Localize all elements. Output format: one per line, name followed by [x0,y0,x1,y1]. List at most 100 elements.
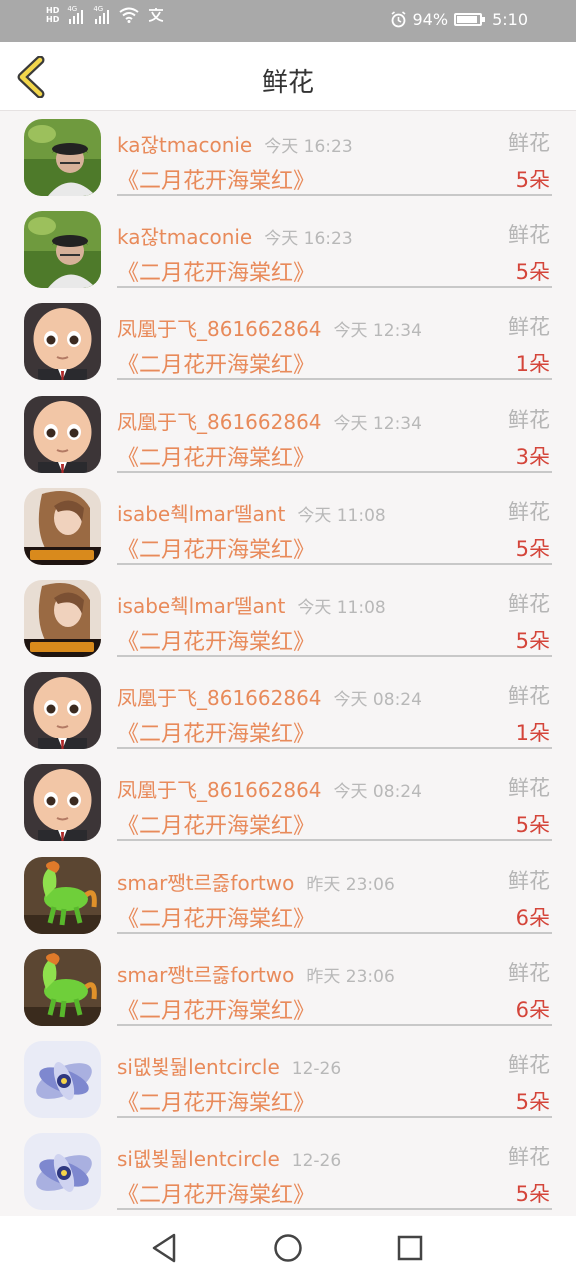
row-divider [117,286,552,289]
sender-nickname: isabe췍lmar뗄ant [117,593,286,618]
avatar[interactable] [24,948,101,1026]
row-divider [117,470,552,473]
gift-type: 鲜花 [508,315,550,340]
avatar[interactable] [24,119,101,196]
sender-name: smar쨍t르즗fortwo 昨天 23:06 [117,867,395,896]
list-item[interactable]: isabe췍lmar뗄ant 今天 11:08 鲜花 《二月花开海棠红》 5朵 [0,480,576,572]
gift-count: 6朵 [515,997,550,1022]
avatar[interactable] [24,487,101,565]
avatar[interactable] [24,856,101,934]
gift-name: 《二月花开海棠红》 [117,722,316,748]
gift-type: 鲜花 [508,960,550,985]
avatar[interactable] [24,1133,101,1211]
gift-name: 《二月花开海棠红》 [117,629,316,655]
list-item[interactable]: 凤凰于飞_861662864 今天 08:24 鲜花 《二月花开海棠红》 1朵 [0,664,576,756]
row-divider [117,1023,552,1026]
gift-count: 5朵 [515,1182,550,1207]
avatar[interactable] [24,395,101,473]
network-type-1: 4G [67,5,78,13]
status-right: 94% 5:10 [390,10,528,29]
list-item[interactable]: smar쨍t르즗fortwo 昨天 23:06 鲜花 《二月花开海棠红》 6朵 [0,849,576,941]
list-item[interactable]: isabe췍lmar뗄ant 今天 11:08 鲜花 《二月花开海棠红》 5朵 [0,572,576,664]
sender-nickname: isabe췍lmar뗄ant [117,501,286,526]
list-item[interactable]: 凤凰于飞_861662864 今天 12:34 鲜花 《二月花开海棠红》 1朵 [0,295,576,387]
network-type-2: 4G [93,5,104,13]
gift-name: 《二月花开海棠红》 [117,169,316,194]
title-bar: 鲜花 [0,42,576,111]
recents-square-icon [397,1235,423,1261]
timestamp: 今天 11:08 [297,597,386,618]
gift-name: 《二月花开海棠红》 [117,814,316,840]
gift-name: 《二月花开海棠红》 [117,261,316,287]
gift-type: 鲜花 [508,407,550,432]
avatar[interactable] [24,211,101,289]
gift-type: 鲜花 [508,776,550,801]
avatar[interactable] [24,1040,101,1118]
list-item[interactable]: 凤凰于飞_861662864 今天 12:34 鲜花 《二月花开海棠红》 3朵 [0,388,576,480]
gift-type: 鲜花 [508,223,550,248]
gift-count: 5朵 [515,1089,550,1114]
gift-count: 5朵 [515,813,550,838]
sender-nickname: 凤凰于飞_861662864 [117,778,322,803]
row-divider [117,654,552,657]
row-divider [117,931,552,934]
gift-type: 鲜花 [508,1145,550,1170]
hd-label-1: HD [46,6,60,15]
timestamp: 今天 08:24 [333,782,422,803]
sender-nickname: ka잖tmaconie [117,133,253,157]
gift-count: 5朵 [515,168,550,192]
sender-nickname: si뎺뵟둶lentcircle [117,1054,280,1079]
row-divider [117,1208,552,1211]
row-divider [117,747,552,750]
signal-icon: 4G [93,5,110,24]
avatar[interactable] [24,579,101,657]
battery-percent: 94% [412,10,449,29]
list-item[interactable]: smar쨍t르즗fortwo 昨天 23:06 鲜花 《二月花开海棠红》 6朵 [0,941,576,1033]
gift-count: 5朵 [515,536,550,561]
gift-type: 鲜花 [508,1052,550,1077]
gift-count: 1朵 [515,721,550,746]
timestamp: 昨天 23:06 [306,874,395,895]
row-divider [117,562,552,565]
gift-type: 鲜花 [508,131,550,155]
sender-name: smar쨍t르즗fortwo 昨天 23:06 [117,959,395,988]
sender-nickname: 凤凰于飞_861662864 [117,317,322,342]
sender-name: 凤凰于飞_861662864 今天 12:34 [117,406,422,435]
gift-name: 《二月花开海棠红》 [117,998,316,1024]
sender-name: ka잖tmaconie 今天 16:23 [117,221,353,250]
timestamp: 今天 08:24 [333,690,422,711]
list-item[interactable]: ka잖tmaconie 今天 16:23 鲜花 《二月花开海棠红》 5朵 [0,111,576,203]
wifi-icon [119,7,139,23]
timestamp: 12-26 [291,1151,342,1172]
timestamp: 12-26 [291,1058,342,1079]
sender-nickname: ka잖tmaconie [117,225,253,250]
sender-nickname: 凤凰于飞_861662864 [117,409,322,434]
gift-name: 《二月花开海棠红》 [117,353,316,379]
sender-name: isabe췍lmar뗄ant 今天 11:08 [117,590,386,619]
navigation-bar [0,1216,576,1280]
alarm-icon [391,11,405,28]
row-divider [117,378,552,381]
gift-count: 6朵 [515,905,550,930]
sender-nickname: smar쨍t르즗fortwo [117,870,295,895]
timestamp: 昨天 23:06 [306,966,395,987]
list-item[interactable]: 凤凰于飞_861662864 今天 08:24 鲜花 《二月花开海棠红》 5朵 [0,756,576,848]
gift-name: 《二月花开海棠红》 [117,1090,316,1116]
battery-icon [454,13,486,26]
list-item[interactable]: ka잖tmaconie 今天 16:23 鲜花 《二月花开海棠红》 5朵 [0,203,576,295]
nav-home-button[interactable] [270,1230,306,1266]
gift-count: 5朵 [515,260,550,285]
gift-type: 鲜花 [508,499,550,524]
timestamp: 今天 16:23 [264,137,353,157]
timestamp: 今天 12:34 [333,413,422,434]
row-divider [117,839,552,842]
sender-nickname: si뎺뵟둶lentcircle [117,1147,280,1172]
gift-list[interactable]: ka잖tmaconie 今天 16:23 鲜花 《二月花开海棠红》 5朵 ka잖t… [0,111,576,1216]
list-item[interactable]: si뎺뵟둶lentcircle 12-26 鲜花 《二月花开海棠红》 5朵 [0,1033,576,1125]
nav-back-button[interactable] [147,1230,183,1266]
avatar[interactable] [24,672,101,750]
avatar[interactable] [24,764,101,842]
avatar[interactable] [24,303,101,381]
list-item[interactable]: si뎺뵟둶lentcircle 12-26 鲜花 《二月花开海棠红》 5朵 [0,1125,576,1216]
nav-recents-button[interactable] [392,1230,428,1266]
